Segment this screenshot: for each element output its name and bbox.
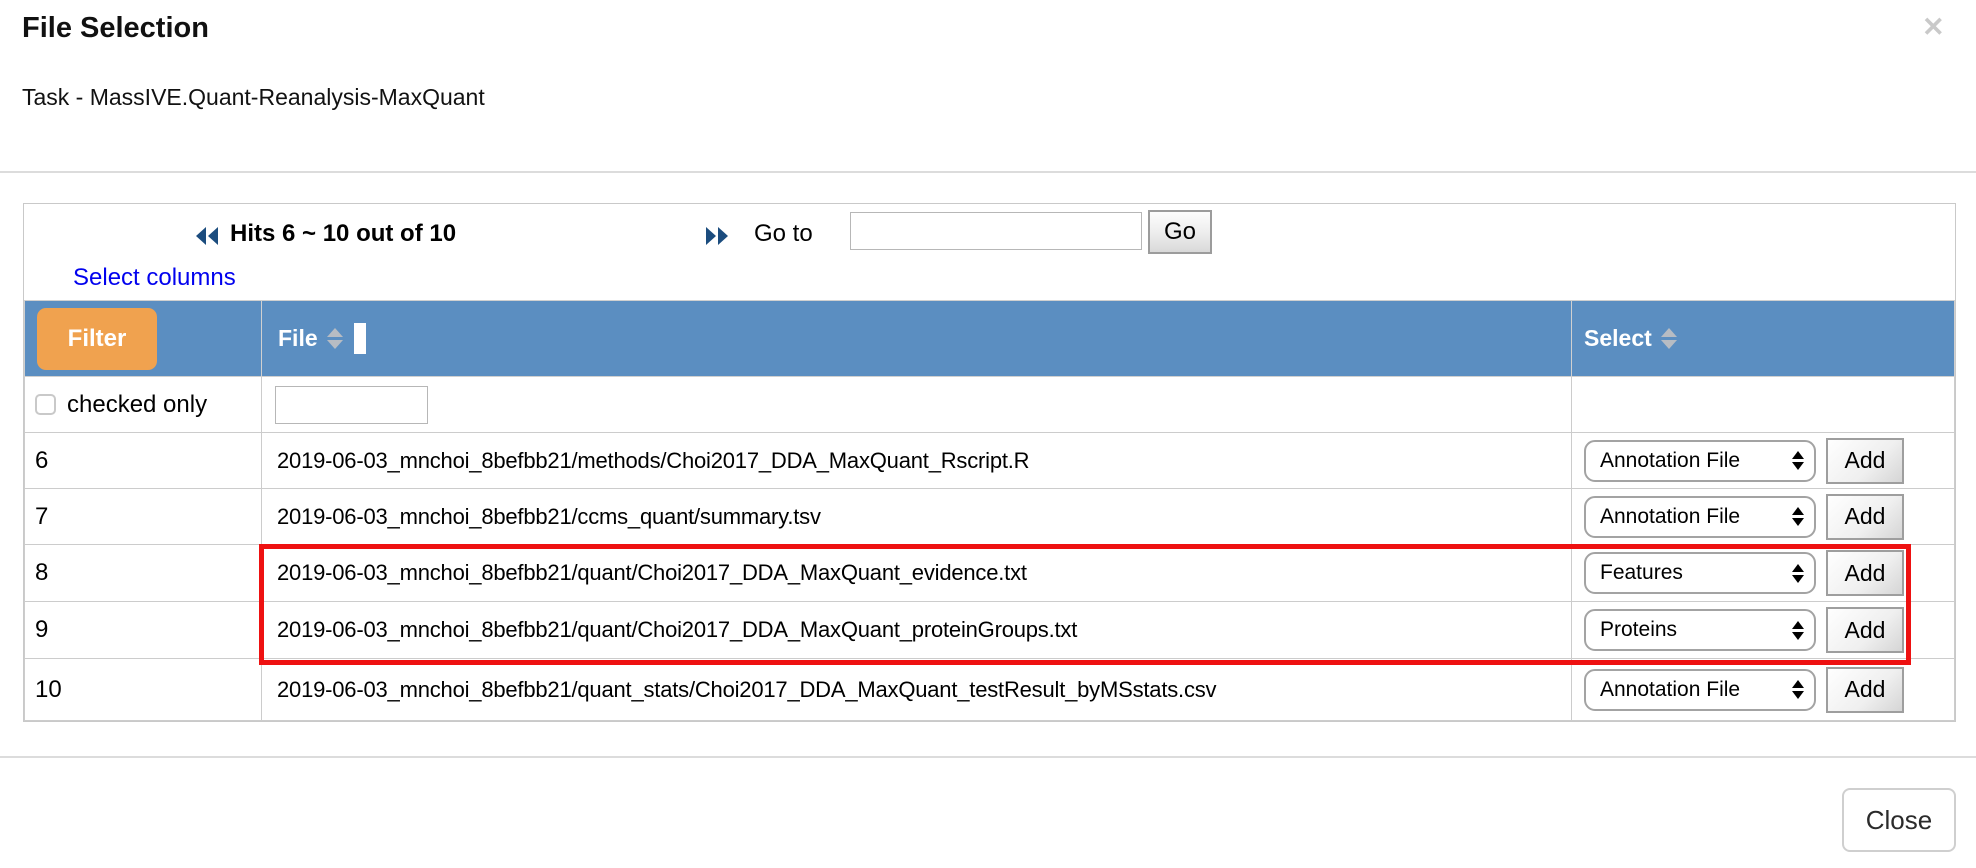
add-button[interactable]: Add — [1826, 550, 1904, 596]
row-index: 6 — [25, 447, 48, 474]
checked-only-label: checked only — [67, 391, 207, 419]
checked-only-checkbox[interactable] — [35, 394, 56, 415]
file-type-select[interactable]: Annotation File — [1584, 440, 1816, 482]
file-selection-dialog: File Selection ✕ Task - MassIVE.Quant-Re… — [0, 0, 1976, 868]
row-index: 8 — [25, 559, 48, 586]
add-button[interactable]: Add — [1826, 438, 1904, 484]
next-page-icon[interactable] — [704, 225, 730, 247]
file-type-select[interactable]: Proteins — [1584, 609, 1816, 651]
file-table-panel: Hits 6 ~ 10 out of 10 Go to Go Select co… — [23, 203, 1956, 722]
select-updown-icon — [1792, 621, 1804, 640]
select-column-header[interactable]: Select — [1584, 325, 1652, 352]
table-header-row: Filter File Select — [25, 301, 1955, 377]
goto-input[interactable] — [850, 212, 1142, 250]
close-button[interactable]: Close — [1842, 788, 1956, 852]
select-updown-icon — [1792, 564, 1804, 583]
table-row-highlighted: 9 2019-06-03_mnchoi_8befbb21/quant/Choi2… — [25, 602, 1955, 659]
bottom-divider — [0, 756, 1976, 758]
file-path: 2019-06-03_mnchoi_8befbb21/methods/Choi2… — [262, 448, 1029, 473]
table-row: 10 2019-06-03_mnchoi_8befbb21/quant_stat… — [25, 659, 1955, 721]
pagination-bar: Hits 6 ~ 10 out of 10 Go to Go — [24, 204, 1955, 264]
file-path: 2019-06-03_mnchoi_8befbb21/quant_stats/C… — [262, 677, 1216, 702]
close-icon[interactable]: ✕ — [1922, 12, 1945, 43]
file-path: 2019-06-03_mnchoi_8befbb21/ccms_quant/su… — [262, 504, 821, 529]
file-type-select[interactable]: Features — [1584, 552, 1816, 594]
select-columns-row: Select columns — [24, 264, 1955, 300]
filter-row: checked only — [25, 377, 1955, 433]
sort-file-icon[interactable] — [327, 328, 343, 349]
filter-button[interactable]: Filter — [37, 308, 157, 370]
file-table: Filter File Select — [24, 300, 1955, 721]
add-button[interactable]: Add — [1826, 667, 1904, 713]
go-button[interactable]: Go — [1148, 210, 1212, 254]
table-row-highlighted: 8 2019-06-03_mnchoi_8befbb21/quant/Choi2… — [25, 545, 1955, 602]
add-button[interactable]: Add — [1826, 607, 1904, 653]
select-updown-icon — [1792, 680, 1804, 699]
file-type-select[interactable]: Annotation File — [1584, 496, 1816, 538]
file-type-select[interactable]: Annotation File — [1584, 669, 1816, 711]
file-column-header[interactable]: File — [278, 325, 318, 352]
row-index: 7 — [25, 503, 48, 530]
file-filter-input[interactable] — [275, 386, 428, 424]
select-columns-link[interactable]: Select columns — [73, 264, 236, 292]
top-divider — [0, 171, 1976, 173]
hits-text: Hits 6 ~ 10 out of 10 — [230, 220, 456, 248]
previous-page-icon[interactable] — [194, 225, 220, 247]
row-index: 9 — [25, 616, 48, 643]
sort-select-icon[interactable] — [1661, 328, 1677, 349]
select-updown-icon — [1792, 451, 1804, 470]
select-updown-icon — [1792, 507, 1804, 526]
file-path: 2019-06-03_mnchoi_8befbb21/quant/Choi201… — [262, 617, 1077, 642]
row-index: 10 — [25, 676, 62, 703]
file-path: 2019-06-03_mnchoi_8befbb21/quant/Choi201… — [262, 560, 1027, 585]
table-row: 7 2019-06-03_mnchoi_8befbb21/ccms_quant/… — [25, 489, 1955, 545]
table-row: 6 2019-06-03_mnchoi_8befbb21/methods/Cho… — [25, 433, 1955, 489]
goto-label: Go to — [754, 220, 813, 248]
column-cursor-bar — [354, 323, 366, 354]
task-label: Task - MassIVE.Quant-Reanalysis-MaxQuant — [22, 84, 485, 111]
add-button[interactable]: Add — [1826, 494, 1904, 540]
page-title: File Selection — [22, 12, 209, 45]
